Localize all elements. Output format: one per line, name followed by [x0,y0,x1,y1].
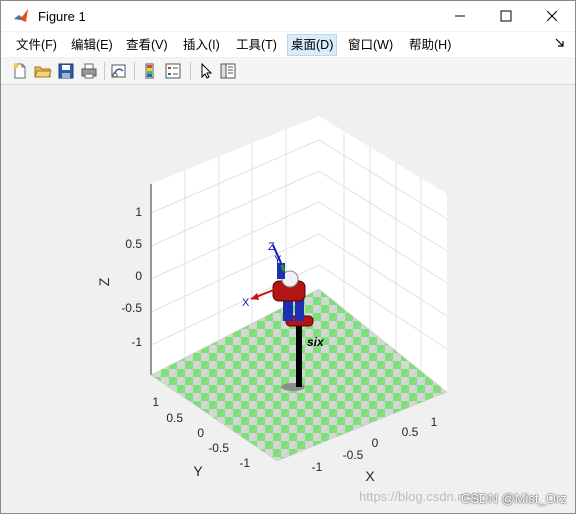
matlab-icon [13,8,29,24]
frame-label-x: X [242,297,250,309]
menu-view[interactable]: 查看(V) [126,37,168,57]
y-tick-label: 0 [197,426,204,440]
menu-desktop[interactable]: 桌面(D) [287,34,338,56]
new-figure-icon[interactable] [11,62,29,80]
y-tick-label: 0.5 [166,411,183,425]
print-icon[interactable] [80,62,98,80]
menu-insert[interactable]: 插入(I) [183,37,220,57]
x-axis-label: X [365,468,375,484]
menu-tools[interactable]: 工具(T) [236,37,277,57]
link-plot-icon[interactable] [110,62,128,80]
x-tick-label: 0 [372,436,379,450]
property-inspector-icon[interactable] [219,62,237,80]
menu-window[interactable]: 窗口(W) [348,37,393,57]
frame-label-y: Y [274,254,282,266]
x-tick-label: 0.5 [402,425,419,439]
toolbar-separator [104,62,105,80]
save-icon[interactable] [57,62,75,80]
toolbar-separator [134,62,135,80]
credit-label: CSDN @Mist_Orz [461,491,567,506]
z-tick-label: 0 [135,269,142,283]
z-tick-labels: 1 0.5 0 -0.5 -1 [121,205,142,349]
y-tick-label: 1 [152,395,159,409]
maximize-icon [500,10,512,22]
frame-y-axis [280,264,286,272]
menu-edit[interactable]: 编辑(E) [71,37,113,57]
menu-help[interactable]: 帮助(H) [409,37,451,57]
toolbar-separator [190,62,191,80]
x-tick-label: 1 [431,415,438,429]
menu-bar: 文件(F) 编辑(E) 查看(V) 插入(I) 工具(T) 桌面(D) 窗口(W… [1,32,575,57]
title-bar[interactable]: Figure 1 [1,1,575,31]
z-tick-label: 1 [135,205,142,219]
z-tick-label: -1 [131,335,142,349]
figure-window: Figure 1 文件(F) 编辑(E) 查看(V) 插入(I) 工具(T) 桌… [0,0,576,514]
pointer-icon[interactable] [197,62,215,80]
figure-canvas[interactable]: Z Y X six 1 0.5 0 -0.5 -1 Z 1 0.5 0 -0.5… [1,85,575,513]
x-tick-label: -0.5 [343,448,364,462]
menu-file[interactable]: 文件(F) [16,37,57,57]
y-axis-label: Y [193,463,203,479]
colorbar-icon[interactable] [141,62,159,80]
toolbar [1,58,575,85]
minimize-button[interactable] [437,1,483,31]
dock-arrow-icon[interactable] [555,38,565,48]
z-axis-label: Z [96,277,112,286]
window-title: Figure 1 [38,9,86,24]
minimize-icon [455,15,465,17]
open-file-icon[interactable] [34,62,52,80]
z-tick-label: 0.5 [125,237,142,251]
y-tick-label: -0.5 [208,441,229,455]
maximize-button[interactable] [483,1,529,31]
close-button[interactable] [529,1,575,31]
y-tick-label: -1 [239,456,250,470]
frame-label-z: Z [268,241,275,253]
plot-3d-axes[interactable]: Z Y X six 1 0.5 0 -0.5 -1 Z 1 0.5 0 -0.5… [1,85,575,513]
robot-name-label: six [307,335,325,349]
z-tick-label: -0.5 [121,301,142,315]
legend-icon[interactable] [164,62,182,80]
close-icon [546,10,558,22]
x-tick-label: -1 [312,460,323,474]
